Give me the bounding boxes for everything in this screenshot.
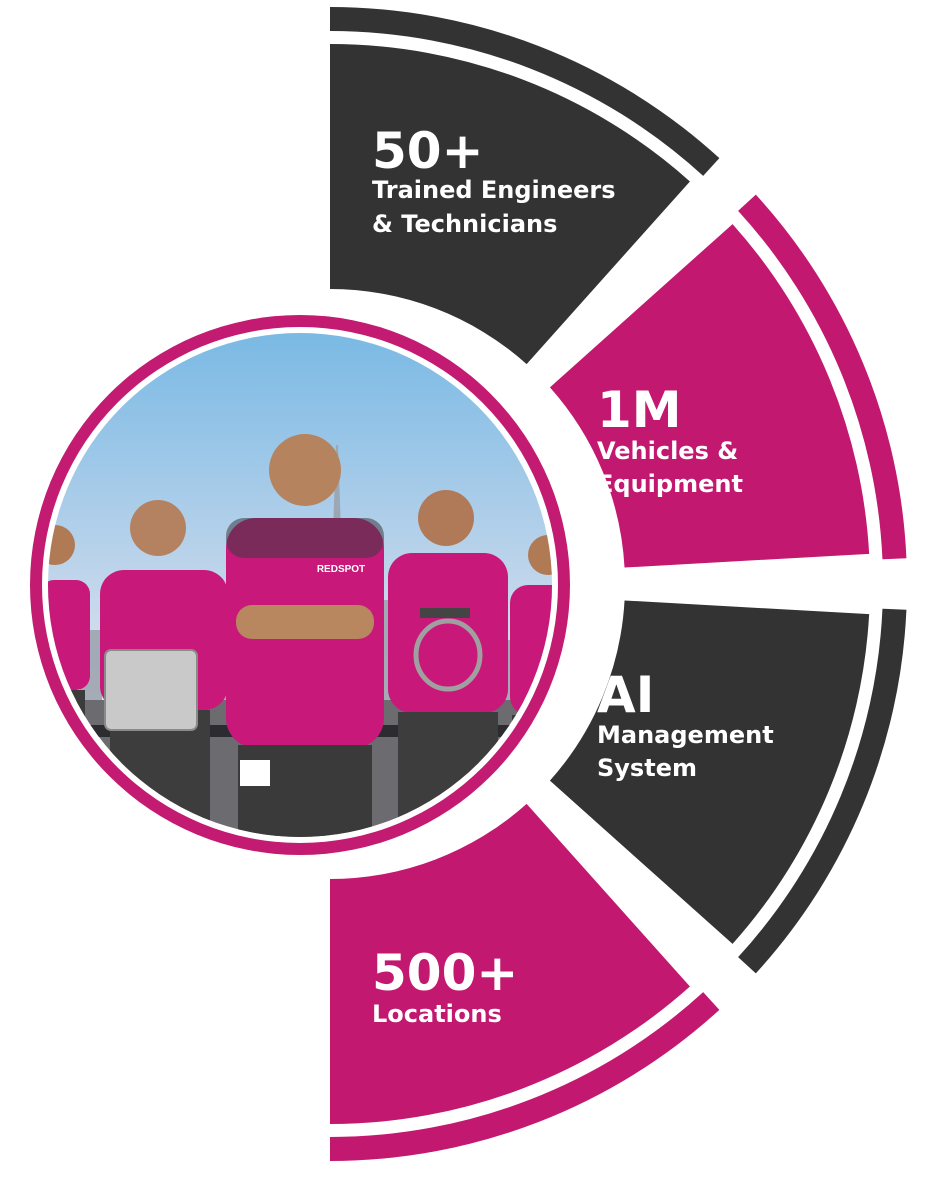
crossed-arms bbox=[236, 605, 374, 639]
stats-infographic: REDSPOT 50+ Trained Engineers & Technici… bbox=[0, 0, 944, 1192]
stat-label-ai-line2: System bbox=[597, 754, 697, 782]
stat-label-locations: Locations bbox=[372, 1000, 502, 1028]
brand-badge: REDSPOT bbox=[317, 564, 365, 575]
stat-label-ai-line1: Management bbox=[597, 721, 774, 749]
stat-label-vehicles-line2: Equipment bbox=[597, 470, 743, 498]
stat-value-locations: 500+ bbox=[372, 944, 518, 1002]
spray-gun bbox=[420, 608, 470, 618]
stat-value-ai: AI bbox=[597, 666, 654, 724]
stat-value-vehicles: 1M bbox=[597, 381, 682, 439]
stat-label-engineers-line2: & Technicians bbox=[372, 210, 557, 238]
segment-500plus: 500+ Locations bbox=[372, 944, 518, 1028]
id-badge bbox=[240, 760, 270, 786]
team-photo: REDSPOT bbox=[30, 315, 570, 855]
stat-label-engineers-line1: Trained Engineers bbox=[372, 176, 616, 204]
infographic-canvas: REDSPOT 50+ Trained Engineers & Technici… bbox=[30, 7, 907, 1161]
stat-label-vehicles-line1: Vehicles & bbox=[597, 437, 738, 465]
stat-value-engineers: 50+ bbox=[372, 122, 483, 180]
tool-case bbox=[104, 649, 198, 731]
